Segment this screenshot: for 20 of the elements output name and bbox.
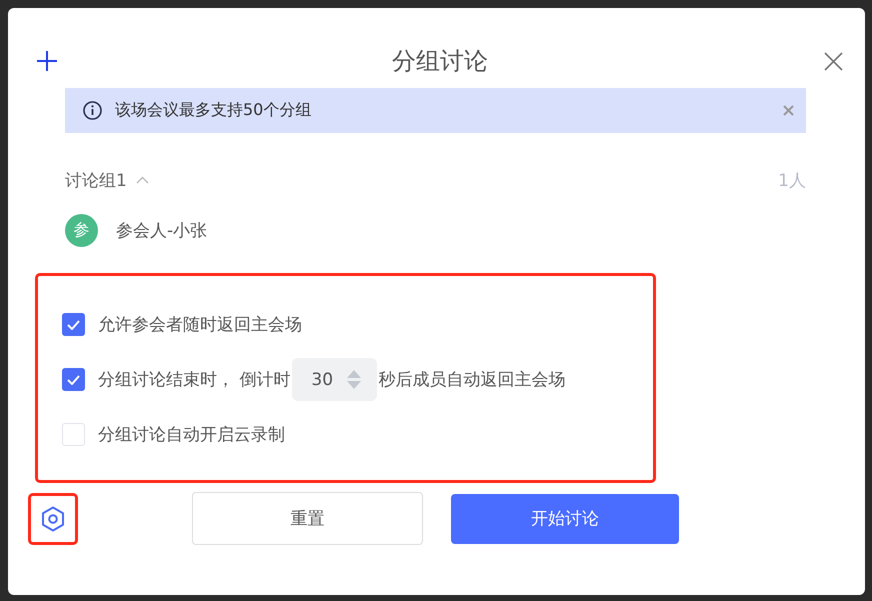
reset-button[interactable]: 重置 (192, 492, 423, 545)
avatar: 参 (65, 214, 98, 247)
info-icon (83, 101, 102, 120)
option-label: 分组讨论自动开启云录制 (98, 424, 285, 446)
checkmark-icon (67, 320, 80, 330)
option-label: 允许参会者随时返回主会场 (98, 314, 302, 336)
settings-icon[interactable] (41, 506, 65, 532)
checkbox[interactable] (62, 313, 85, 336)
notice-text: 该场会议最多支持50个分组 (115, 100, 312, 121)
member-count: 1人 (778, 170, 806, 192)
start-button[interactable]: 开始讨论 (451, 494, 679, 544)
plus-icon[interactable] (37, 51, 57, 71)
member-name: 参会人-小张 (116, 220, 208, 242)
checkmark-icon (67, 374, 80, 384)
close-icon[interactable] (824, 52, 843, 70)
checkbox[interactable] (62, 368, 85, 391)
group-name[interactable]: 讨论组1 (65, 168, 127, 192)
option-label: 秒后成员自动返回主会场 (378, 369, 566, 391)
option-label: 分组讨论结束时， 倒计时 (98, 369, 290, 391)
dialog-title: 分组讨论 (391, 46, 489, 77)
